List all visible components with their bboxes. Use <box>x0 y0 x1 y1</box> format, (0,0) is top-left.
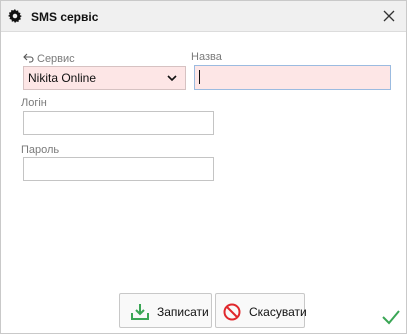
chevron-down-icon <box>167 75 177 82</box>
sms-service-dialog: SMS сервіс Сервис Nikita Online Назва Ло… <box>0 0 407 334</box>
name-label: Назва <box>191 51 222 63</box>
cancel-label: Скасувати <box>249 305 307 319</box>
checkmark-icon <box>382 310 400 325</box>
title-bar: SMS сервіс <box>1 1 406 32</box>
dialog-title: SMS сервіс <box>31 10 99 24</box>
gear-icon <box>8 9 22 23</box>
cancel-icon <box>223 303 241 321</box>
save-label: Записати <box>157 305 209 319</box>
service-value: Nikita Online <box>28 71 97 85</box>
service-label: Сервис <box>37 53 75 65</box>
service-select[interactable]: Nikita Online <box>23 66 186 90</box>
login-field[interactable] <box>23 111 214 135</box>
text-caret <box>199 70 200 84</box>
cancel-button[interactable]: Скасувати <box>215 293 307 328</box>
login-label: Логін <box>21 97 47 109</box>
close-icon[interactable] <box>380 7 398 25</box>
download-save-icon <box>131 304 149 320</box>
save-button[interactable]: Записати <box>119 293 212 328</box>
back-arrow-icon[interactable] <box>23 53 34 63</box>
password-label: Пароль <box>21 144 60 156</box>
name-field[interactable] <box>194 65 391 90</box>
password-field[interactable] <box>23 157 214 181</box>
